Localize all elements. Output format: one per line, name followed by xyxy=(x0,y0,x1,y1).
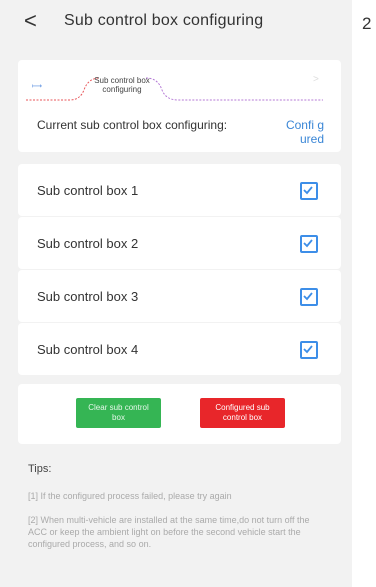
progress-start-icon: ⟼ xyxy=(32,83,43,90)
checkmark-icon xyxy=(303,292,313,301)
tips-title: Tips: xyxy=(28,463,52,475)
sub-box-checkbox-4[interactable] xyxy=(300,341,318,359)
tip-item: [1] If the configured process failed, pl… xyxy=(28,491,232,501)
sub-box-checkbox-2[interactable] xyxy=(300,235,318,253)
sub-box-checkbox-1[interactable] xyxy=(300,182,318,200)
progress-step-label: Sub control box configuring xyxy=(94,76,150,94)
side-step-number: 2 xyxy=(362,14,372,33)
sub-box-label: Sub control box 1 xyxy=(37,183,139,198)
configured-sub-box-button[interactable]: Configured sub control box xyxy=(200,398,285,428)
checkmark-icon xyxy=(303,345,313,354)
checkmark-icon xyxy=(303,186,313,195)
actions-card: Clear sub control box Configured sub con… xyxy=(18,384,341,444)
app-header: < Sub control box configuring xyxy=(0,0,352,44)
sub-box-row-4[interactable]: Sub control box 4 xyxy=(18,323,341,375)
sub-box-checkbox-3[interactable] xyxy=(300,288,318,306)
sub-box-label: Sub control box 4 xyxy=(37,342,139,357)
page-title: Sub control box configuring xyxy=(64,12,264,29)
progress-end-icon: > xyxy=(313,74,319,85)
current-config-value: Confi gured xyxy=(285,118,324,146)
back-icon[interactable]: < xyxy=(24,8,37,34)
current-config-label: Current sub control box configuring: xyxy=(37,118,228,132)
sub-box-label: Sub control box 3 xyxy=(37,289,139,304)
status-card: ⟼ Sub control box configuring > Current … xyxy=(18,60,341,152)
app-screen: < Sub control box configuring ⟼ Sub cont… xyxy=(0,0,352,587)
progress-track xyxy=(26,77,323,101)
clear-sub-box-button[interactable]: Clear sub control box xyxy=(76,398,161,428)
sub-box-label: Sub control box 2 xyxy=(37,236,139,251)
tip-item: [2] When multi-vehicle are installed at … xyxy=(28,515,310,549)
checkmark-icon xyxy=(303,239,313,248)
sub-box-row-3[interactable]: Sub control box 3 xyxy=(18,270,341,322)
sub-box-row-2[interactable]: Sub control box 2 xyxy=(18,217,341,269)
sub-box-row-1[interactable]: Sub control box 1 xyxy=(18,164,341,216)
